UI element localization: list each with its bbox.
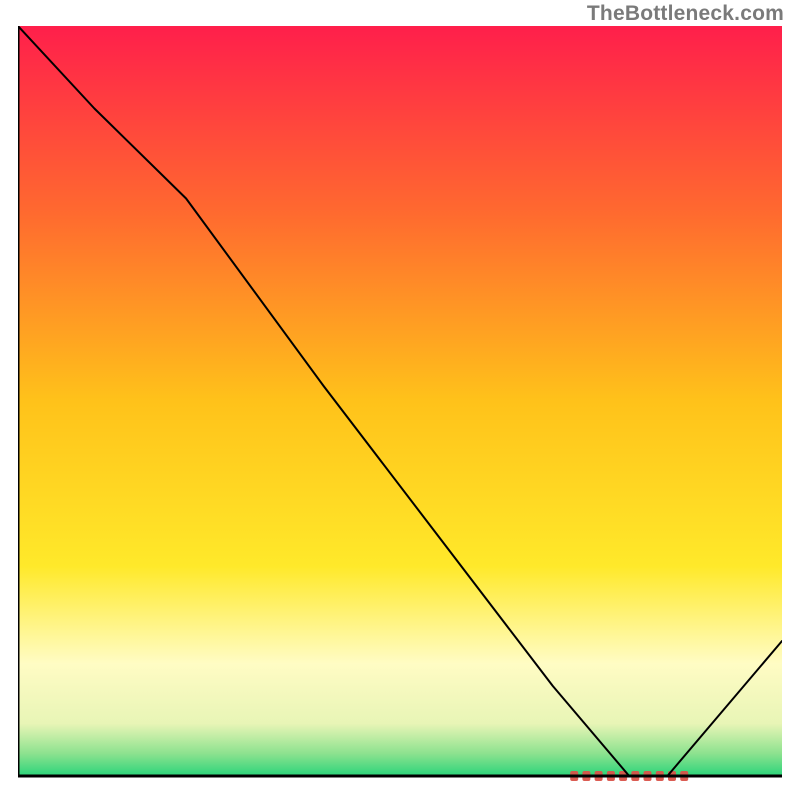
- watermark-text: TheBottleneck.com: [587, 2, 784, 26]
- chart-container: [18, 26, 782, 782]
- bottleneck-chart: [18, 26, 782, 782]
- gradient-background: [18, 26, 782, 776]
